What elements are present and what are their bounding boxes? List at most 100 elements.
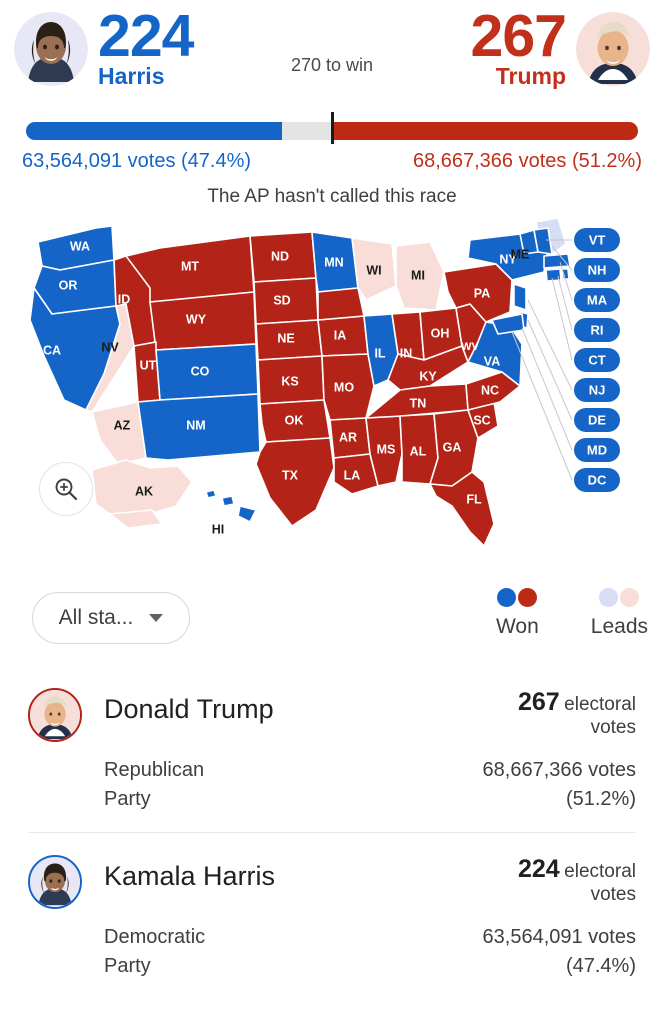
state-label-OR: OR	[59, 278, 78, 292]
popular-votes-block: 63,564,091 votes (47.4%)	[483, 923, 636, 981]
threshold-tick	[331, 112, 334, 144]
state-HI2	[221, 495, 235, 507]
state-MA-shape	[543, 253, 571, 269]
state-label-SC: SC	[473, 413, 490, 427]
state-label-IA: IA	[334, 328, 347, 342]
result-row-bottom: Republican Party 68,667,366 votes (51.2%…	[28, 756, 636, 814]
state-badge-MD: MD	[574, 438, 620, 462]
candidate-party: Democratic Party	[104, 926, 206, 977]
state-label-TN: TN	[410, 396, 427, 410]
state-badge-DC: DC	[574, 468, 620, 492]
state-label-ID: ID	[118, 292, 131, 306]
state-badge-DE: DE	[574, 408, 620, 432]
leader-line-MD	[521, 327, 573, 451]
legend-item-leads: Leads	[591, 588, 648, 639]
harris-tally: 224 Harris	[98, 3, 194, 91]
leader-line-DC	[511, 331, 573, 481]
state-label-HI: HI	[212, 522, 225, 536]
result-row-trump[interactable]: Donald Trump 267 electoral votes Republi…	[28, 666, 636, 832]
candidate-party: Republican Party	[104, 759, 205, 810]
svg-text:RI: RI	[591, 322, 604, 337]
electoral-map: WA OR CA NV ID MT WY UT AZ CO NM ND SD N…	[0, 214, 664, 574]
state-label-KS: KS	[281, 374, 298, 388]
electoral-votes-count: 224	[518, 855, 560, 883]
state-HI	[205, 489, 217, 499]
state-label-MO: MO	[334, 380, 354, 394]
state-badge-VT: VT	[574, 228, 620, 252]
state-badge-NJ: NJ	[574, 378, 620, 402]
race-summary-header: 224 Harris 270 to win 267 Trump	[0, 0, 664, 112]
state-label-AL: AL	[410, 444, 427, 458]
bar-segment-trump	[333, 122, 638, 140]
trump-tally: 267 Trump	[471, 6, 567, 91]
bar-segment-harris	[26, 122, 282, 140]
svg-text:CT: CT	[588, 352, 605, 367]
electoral-votes-block: 267 electoral votes	[406, 688, 636, 739]
state-label-IN: IN	[400, 346, 413, 360]
state-label-NC: NC	[481, 383, 499, 397]
trump-name: Trump	[495, 63, 566, 90]
state-label-MS: MS	[377, 442, 396, 456]
harris-electoral-votes: 224	[98, 3, 194, 69]
state-label-CO: CO	[191, 364, 210, 378]
state-label-AK: AK	[135, 484, 153, 498]
avatar	[14, 12, 88, 87]
election-results-page: 224 Harris 270 to win 267 Trump 63,564,0…	[0, 0, 664, 1024]
electoral-votes-block: 224 electoral votes	[406, 855, 636, 906]
state-label-PA: PA	[474, 286, 490, 300]
ap-race-status: The AP hasn't called this race	[207, 186, 457, 207]
electoral-votes-label-1: electoral	[564, 861, 636, 882]
state-label-MN: MN	[324, 255, 343, 269]
svg-text:VT: VT	[589, 232, 606, 247]
state-label-AR: AR	[339, 430, 357, 444]
result-row-top: Donald Trump 267 electoral votes	[28, 688, 636, 742]
summary-candidate-harris: 224 Harris	[14, 3, 194, 91]
popular-vote-line: 63,564,091 votes (47.4%) 68,667,366 vote…	[22, 150, 642, 180]
harris-name: Harris	[98, 63, 165, 90]
state-filter-label: All sta...	[58, 606, 134, 629]
state-label-WV: WV	[461, 341, 479, 353]
state-filter-dropdown[interactable]: All sta...	[32, 592, 190, 644]
leader-line-RI	[557, 275, 573, 331]
state-AK-tail	[109, 509, 163, 529]
svg-text:DE: DE	[588, 412, 606, 427]
chevron-down-icon	[149, 614, 164, 622]
state-label-SD: SD	[273, 293, 290, 307]
state-IA2	[317, 287, 365, 321]
popular-votes-percent: (51.2%)	[565, 788, 636, 810]
svg-text:NH: NH	[588, 262, 607, 277]
state-badge-RI: RI	[574, 318, 620, 342]
state-label-GA: GA	[443, 440, 462, 454]
state-badge-MA: MA	[574, 288, 620, 312]
state-label-WA: WA	[70, 239, 90, 253]
svg-text:DC: DC	[588, 472, 607, 487]
state-HI3	[237, 505, 257, 523]
state-label-UT: UT	[140, 358, 157, 372]
state-label-ME: ME	[511, 247, 530, 261]
state-label-WY: WY	[186, 312, 207, 326]
map-zoom-in-button[interactable]	[39, 462, 93, 516]
state-label-VA: VA	[484, 354, 500, 368]
electoral-votes-count: 267	[518, 688, 560, 716]
result-row-top: Kamala Harris 224 electoral votes	[28, 855, 636, 909]
map-legend: Won Leads	[496, 588, 648, 639]
result-row-bottom: Democratic Party 63,564,091 votes (47.4%…	[28, 923, 636, 981]
state-label-LA: LA	[344, 468, 361, 482]
state-label-TX: TX	[282, 468, 299, 482]
legend-dot-rep-won	[518, 588, 538, 607]
popular-votes-count: 63,564,091 votes	[482, 926, 636, 948]
electoral-votes-label-1: electoral	[564, 694, 636, 715]
svg-text:MA: MA	[587, 292, 608, 307]
legend-swatches-won	[497, 588, 538, 607]
electoral-vote-bar	[26, 112, 638, 146]
state-badge-CT: CT	[574, 348, 620, 372]
legend-item-won: Won	[496, 588, 539, 639]
electoral-votes-label-2: votes	[590, 884, 636, 905]
state-label-OK: OK	[285, 413, 304, 427]
state-label-AZ: AZ	[114, 418, 131, 432]
result-row-harris[interactable]: Kamala Harris 224 electoral votes Democr…	[28, 832, 636, 999]
map-controls-row: All sta... Won Leads	[0, 580, 664, 666]
legend-swatches-leads	[599, 588, 640, 607]
popular-votes-block: 68,667,366 votes (51.2%)	[483, 756, 636, 814]
state-label-FL: FL	[466, 492, 482, 506]
